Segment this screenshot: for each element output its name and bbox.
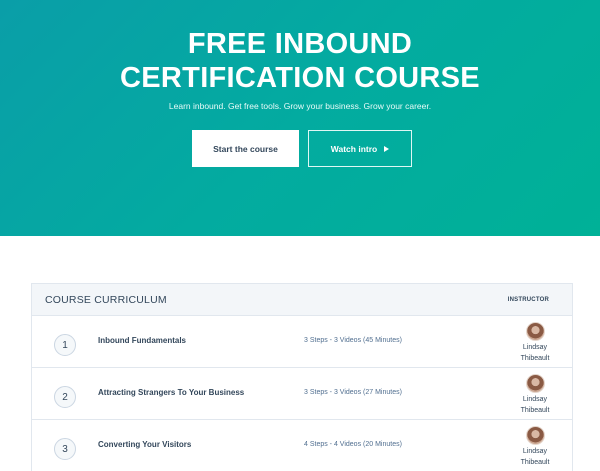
lesson-title[interactable]: Attracting Strangers To Your Business: [98, 388, 244, 397]
avatar: [525, 322, 545, 341]
title-line-1: FREE INBOUND: [187, 28, 413, 60]
curriculum-title: COURSE CURRICULUM: [45, 294, 167, 306]
lesson-number: 3: [54, 438, 76, 460]
lesson-number: 1: [54, 334, 76, 356]
instructor-first-name: Lindsay: [522, 344, 548, 351]
instructor-first-name: Lindsay: [522, 396, 548, 403]
lesson-row[interactable]: 2 Attracting Strangers To Your Business …: [32, 368, 572, 420]
lesson-title[interactable]: Inbound Fundamentals: [98, 336, 186, 345]
lesson-row[interactable]: 3 Converting Your Visitors 4 Steps - 4 V…: [32, 420, 572, 471]
instructor-header: INSTRUCTOR: [507, 297, 549, 303]
lesson-meta: 3 Steps - 3 Videos (27 Minutes): [304, 389, 402, 396]
lesson-title[interactable]: Converting Your Visitors: [98, 440, 191, 449]
curriculum-header: COURSE CURRICULUM INSTRUCTOR: [32, 284, 572, 316]
instructor: Lindsay Thibeault: [516, 374, 554, 416]
watch-intro-button[interactable]: Watch intro: [308, 130, 412, 167]
lesson-meta: 4 Steps - 4 Videos (20 Minutes): [304, 441, 402, 448]
hero-subtitle: Learn inbound. Get free tools. Grow your…: [168, 101, 432, 111]
title-line-2: CERTIFICATION COURSE: [120, 62, 480, 94]
start-course-button[interactable]: Start the course: [192, 130, 299, 167]
instructor-last-name: Thibeault: [520, 459, 550, 466]
course-curriculum: COURSE CURRICULUM INSTRUCTOR 1 Inbound F…: [31, 283, 573, 471]
instructor-first-name: Lindsay: [522, 448, 548, 455]
start-course-label: Start the course: [213, 143, 278, 154]
instructor-last-name: Thibeault: [520, 355, 550, 362]
page-title: FREE INBOUND CERTIFICATION COURSE: [0, 27, 600, 95]
lesson-number: 2: [54, 386, 76, 408]
instructor-last-name: Thibeault: [520, 407, 550, 414]
instructor: Lindsay Thibeault: [516, 426, 554, 468]
avatar: [525, 374, 545, 393]
watch-intro-label: Watch intro: [330, 143, 378, 154]
lesson-meta: 3 Steps - 3 Videos (45 Minutes): [304, 337, 402, 344]
avatar: [525, 426, 545, 445]
instructor: Lindsay Thibeault: [516, 322, 554, 364]
play-icon: [384, 145, 390, 152]
lesson-row[interactable]: 1 Inbound Fundamentals 3 Steps - 3 Video…: [32, 316, 572, 368]
hero-banner: FREE INBOUND CERTIFICATION COURSE Learn …: [0, 0, 600, 236]
